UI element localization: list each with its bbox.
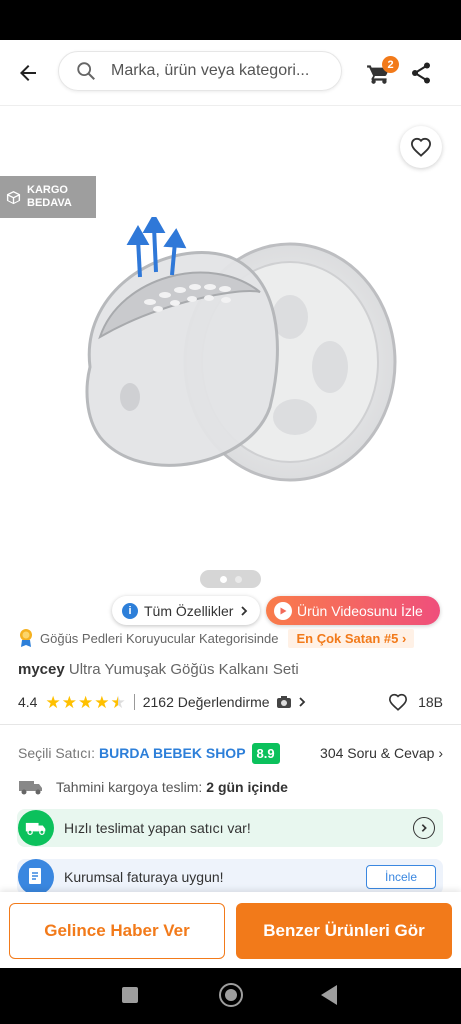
free-shipping-badge: KARGO BEDAVA [0, 176, 96, 218]
play-icon [274, 601, 292, 620]
box-icon [6, 190, 21, 204]
share-icon [412, 62, 430, 84]
star-icon: ★ [94, 692, 110, 712]
corporate-invoice-card: Kurumsal faturaya uygun! İncele [17, 859, 443, 895]
invoice-text: Kurumsal faturaya uygun! [64, 869, 224, 885]
best-seller-label: En Çok Satan #5 [296, 630, 399, 646]
delivery-label: Tahmini kargoya teslim: [56, 779, 203, 795]
star-icon: ★ [45, 692, 61, 712]
free-shipping-line2: BEDAVA [27, 197, 72, 209]
back-button[interactable] [0, 40, 56, 106]
reviews-count: 2162 Değerlendirme [142, 694, 270, 710]
invoice-icon [18, 859, 54, 895]
fast-delivery-card[interactable]: Hızlı teslimat yapan satıcı var! [17, 809, 443, 847]
top-bar: Marka, ürün veya kategori... 2 [0, 40, 461, 106]
seller-row: Seçili Satıcı: BURDA BEBEK SHOP 8.9 304 … [18, 741, 443, 765]
back-triangle-icon[interactable] [321, 985, 337, 1005]
info-icon: i [122, 602, 138, 619]
favorite-count[interactable]: 18B [388, 693, 443, 711]
free-shipping-line1: KARGO [27, 184, 68, 196]
chevron-right-icon [298, 697, 305, 707]
half-star-icon: ★ [110, 692, 126, 712]
all-features-label: Tüm Özellikler [144, 602, 234, 619]
product-title: mycey Ultra Yumuşak Göğüs Kalkanı Seti [18, 661, 299, 678]
search-icon [77, 62, 95, 80]
rating-stars: ★ ★ ★ ★ ★ [45, 694, 125, 711]
product-gallery[interactable]: KARGO BEDAVA [0, 107, 461, 597]
search-input[interactable]: Marka, ürün veya kategori... [58, 51, 342, 91]
section-divider [0, 724, 461, 725]
heart-icon [389, 693, 408, 711]
truck-icon [19, 781, 42, 795]
arrow-left-icon [20, 64, 36, 81]
pagination-dot-2[interactable] [234, 575, 242, 583]
product-image [85, 217, 397, 482]
system-navigation-bar [0, 968, 461, 1024]
pagination-dot-1[interactable] [219, 575, 227, 583]
camera-icon [276, 696, 291, 708]
bottom-action-bar: Gelince Haber Ver Benzer Ürünleri Gör [0, 892, 461, 968]
favorite-button[interactable] [400, 126, 442, 168]
favorite-count-value: 18B [418, 694, 443, 710]
similar-products-button[interactable]: Benzer Ürünleri Gör [236, 903, 452, 959]
qa-label: 304 Soru & Cevap [320, 745, 435, 761]
recent-apps-icon[interactable] [122, 987, 138, 1003]
notify-when-available-button[interactable]: Gelince Haber Ver [9, 903, 225, 959]
best-seller-badge[interactable]: En Çok Satan #5 › [288, 628, 415, 648]
share-button[interactable] [410, 61, 432, 85]
category-rank-row[interactable]: Göğüs Pedleri Koruyucular Kategorisinde … [18, 627, 448, 649]
rating-value: 4.4 [18, 694, 38, 710]
watch-video-label: Ürün Videosunu İzle [297, 602, 423, 619]
divider [133, 694, 135, 710]
product-brand: mycey [18, 661, 65, 678]
reviews-link[interactable]: 2162 Değerlendirme [143, 694, 308, 710]
image-pagination[interactable] [200, 570, 261, 588]
delivery-estimate: Tahmini kargoya teslim: 2 gün içinde [18, 776, 288, 798]
all-features-button[interactable]: i Tüm Özellikler [112, 596, 261, 625]
fast-delivery-icon [18, 810, 54, 846]
medal-icon [20, 629, 32, 647]
inspect-button[interactable]: İncele [366, 865, 436, 889]
seller-score-badge: 8.9 [251, 742, 280, 764]
home-icon[interactable] [219, 983, 243, 1007]
category-text: Göğüs Pedleri Koruyucular Kategorisinde [40, 630, 279, 646]
star-icon: ★ [61, 692, 77, 712]
star-icon: ★ [77, 692, 94, 712]
heart-icon [410, 137, 432, 157]
fast-delivery-text: Hızlı teslimat yapan satıcı var! [64, 820, 251, 836]
rating-row: 4.4 ★ ★ ★ ★ ★ 2162 Değerlendirme 18B [18, 690, 443, 714]
seller-label: Seçili Satıcı: [18, 745, 96, 761]
qa-link[interactable]: 304 Soru & Cevap › [320, 745, 443, 761]
status-bar [0, 0, 461, 40]
watch-video-button[interactable]: Ürün Videosunu İzle [266, 596, 440, 625]
cart-button[interactable]: 2 [366, 56, 399, 88]
seller-name-link[interactable]: BURDA BEBEK SHOP [99, 745, 246, 761]
cart-count-badge: 2 [382, 56, 399, 73]
chevron-right-circle-icon[interactable] [413, 817, 435, 839]
chevron-right-icon [241, 605, 248, 616]
delivery-value: 2 gün içinde [206, 779, 288, 795]
search-placeholder: Marka, ürün veya kategori... [111, 62, 310, 79]
product-name: Ultra Yumuşak Göğüs Kalkanı Seti [68, 661, 299, 678]
